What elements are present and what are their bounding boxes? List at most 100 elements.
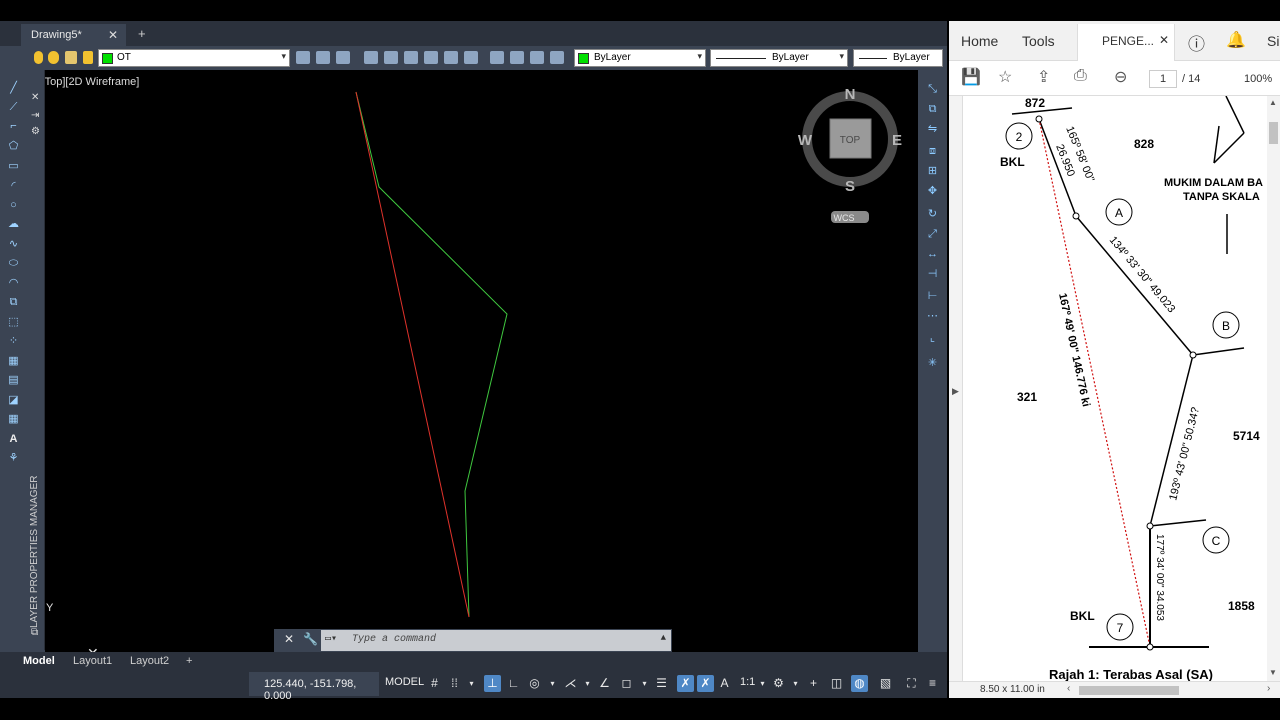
- zoom-level[interactable]: 100%: [1244, 73, 1272, 85]
- freeze-icon[interactable]: [48, 51, 59, 64]
- table-icon[interactable]: ▦: [6, 413, 21, 425]
- spline-icon[interactable]: ∿: [6, 238, 21, 250]
- plus-icon[interactable]: +: [805, 675, 822, 692]
- chevron-up-icon[interactable]: ▲: [1269, 98, 1277, 107]
- drawing-canvas[interactable]: [−][Top][2D Wireframe] TOP N S E W WCS: [45, 70, 918, 652]
- tab-layout1[interactable]: Layout1: [73, 655, 112, 667]
- gear-icon[interactable]: ⚙: [770, 675, 787, 692]
- layer-palette-icon[interactable]: ⧉: [31, 627, 38, 638]
- model-space-toggle[interactable]: MODEL: [385, 676, 424, 688]
- acrobat-side-panel-toggle[interactable]: ▶: [949, 96, 963, 681]
- menu-home[interactable]: Home: [961, 33, 998, 49]
- tab-layout2[interactable]: Layout2: [130, 655, 169, 667]
- page-number-input[interactable]: 1: [1149, 70, 1177, 88]
- horizontal-scroll-thumb[interactable]: [1079, 686, 1179, 695]
- fillet-icon[interactable]: ⌞: [925, 332, 940, 344]
- viewcube[interactable]: TOP N S E W WCS: [798, 86, 902, 223]
- save-icon[interactable]: 💾: [961, 67, 981, 87]
- object-snap-tracking-icon[interactable]: ∠: [596, 675, 613, 692]
- construction-line-icon[interactable]: ⟋: [6, 101, 21, 113]
- traverse-polyline[interactable]: [355, 91, 508, 618]
- star-icon[interactable]: ☆: [998, 67, 1012, 87]
- hardware-acceleration-icon[interactable]: ◍: [851, 675, 868, 692]
- coordinate-readout[interactable]: 125.440, -151.798, 0.000: [249, 672, 379, 702]
- color-dropdown[interactable]: ByLayer ▾: [574, 49, 706, 67]
- object-snap-icon[interactable]: ◻: [618, 675, 635, 692]
- circle-icon[interactable]: ○: [6, 199, 21, 211]
- break-icon[interactable]: ⋯: [925, 310, 940, 322]
- upload-icon[interactable]: ⇪: [1037, 67, 1050, 87]
- gradient-icon[interactable]: ▤: [6, 374, 21, 386]
- trim-icon[interactable]: ⊣: [925, 268, 940, 280]
- fullscreen-icon[interactable]: ⛶: [903, 675, 920, 692]
- polygon-icon[interactable]: ⬠: [6, 140, 21, 152]
- annotation-scale-icon[interactable]: A: [716, 675, 733, 692]
- auto-scale-icon[interactable]: ✗: [697, 675, 714, 692]
- chevron-down-icon[interactable]: ▾: [463, 675, 480, 692]
- rotate-icon[interactable]: ↻: [925, 208, 940, 220]
- compass-east[interactable]: E: [892, 132, 902, 149]
- compass-west[interactable]: W: [798, 132, 813, 149]
- scale-icon[interactable]: ⤢: [925, 228, 940, 240]
- chevron-up-icon[interactable]: ▲: [661, 633, 666, 643]
- layer-properties-icon[interactable]: [296, 51, 310, 64]
- multiline-text-icon[interactable]: A: [6, 433, 21, 445]
- grid-icon[interactable]: #: [426, 675, 443, 692]
- pdf-vertical-scrollbar[interactable]: ▲ ▼: [1267, 96, 1280, 681]
- infer-constraints-icon[interactable]: ⊥: [484, 675, 501, 692]
- chevron-down-icon[interactable]: ▾: [579, 675, 596, 692]
- mirror-icon[interactable]: ⇋: [925, 123, 940, 135]
- layer-dropdown[interactable]: OT ▾: [98, 49, 290, 67]
- layer-unlock-icon[interactable]: [510, 51, 524, 64]
- sign-in-link[interactable]: Si: [1267, 33, 1279, 49]
- copy-icon[interactable]: ⧉: [925, 103, 940, 115]
- new-tab-button[interactable]: +: [138, 26, 146, 41]
- stretch-icon[interactable]: ↔: [925, 248, 940, 260]
- compass-north[interactable]: N: [845, 86, 856, 103]
- hatch-icon[interactable]: ▦: [6, 355, 21, 367]
- layer-lock-icon[interactable]: [490, 51, 504, 64]
- help-icon[interactable]: ⓘ: [1188, 30, 1205, 55]
- revision-cloud-icon[interactable]: ☁: [6, 218, 21, 230]
- array-icon[interactable]: ⊞: [925, 165, 940, 177]
- point-icon[interactable]: ⁘: [6, 335, 21, 347]
- clean-screen-icon[interactable]: ▧: [877, 675, 894, 692]
- wrench-icon[interactable]: 🔧: [303, 632, 318, 646]
- auto-hide-icon[interactable]: ⇥: [31, 110, 39, 121]
- annotation-visibility-icon[interactable]: ✗: [677, 675, 694, 692]
- ellipse-arc-icon[interactable]: ◠: [6, 277, 21, 289]
- command-input[interactable]: ▭▾ Type a command ▲: [321, 630, 671, 651]
- polar-tracking-icon[interactable]: ◎: [526, 675, 543, 692]
- offset-icon[interactable]: ⧈: [925, 145, 940, 157]
- chevron-down-icon[interactable]: ▾: [544, 675, 561, 692]
- closing-line[interactable]: [355, 91, 470, 618]
- menu-tools[interactable]: Tools: [1022, 33, 1055, 49]
- chevron-down-icon[interactable]: ▾: [636, 675, 653, 692]
- command-prompt-icon[interactable]: ▭▾: [325, 633, 337, 645]
- layer-walk-icon[interactable]: [444, 51, 458, 64]
- layer-previous-icon[interactable]: [336, 51, 350, 64]
- chevron-down-icon[interactable]: ▾: [754, 675, 771, 692]
- chevron-down-icon[interactable]: ▼: [1269, 668, 1277, 677]
- bell-icon[interactable]: 🔔: [1226, 30, 1246, 50]
- scroll-thumb[interactable]: [1269, 122, 1278, 144]
- make-current-icon[interactable]: [316, 51, 330, 64]
- linetype-dropdown[interactable]: ByLayer ▾: [710, 49, 848, 67]
- lock-icon[interactable]: [83, 51, 93, 64]
- add-layout-button[interactable]: +: [186, 655, 192, 667]
- gear-icon[interactable]: ⚙: [31, 126, 40, 137]
- layer-freeze-icon[interactable]: [424, 51, 438, 64]
- extend-icon[interactable]: ⊢: [925, 290, 940, 302]
- isolate-objects-icon[interactable]: ◫: [828, 675, 845, 692]
- close-icon[interactable]: ✕: [31, 92, 39, 103]
- move-icon[interactable]: ✥: [925, 185, 940, 197]
- ellipse-icon[interactable]: ⬭: [6, 257, 21, 269]
- viewport-freeze-icon[interactable]: [65, 51, 77, 64]
- line-icon[interactable]: ╱: [6, 82, 21, 94]
- close-icon[interactable]: ✕: [1159, 33, 1169, 47]
- doc-tab-drawing5[interactable]: Drawing5* ✕: [21, 24, 126, 46]
- erase-icon[interactable]: ⤡: [925, 83, 940, 95]
- layer-palette-title[interactable]: LAYER PROPERTIES MANAGER: [29, 476, 43, 628]
- layer-merge-icon[interactable]: [464, 51, 478, 64]
- explode-icon[interactable]: ✳: [925, 357, 940, 369]
